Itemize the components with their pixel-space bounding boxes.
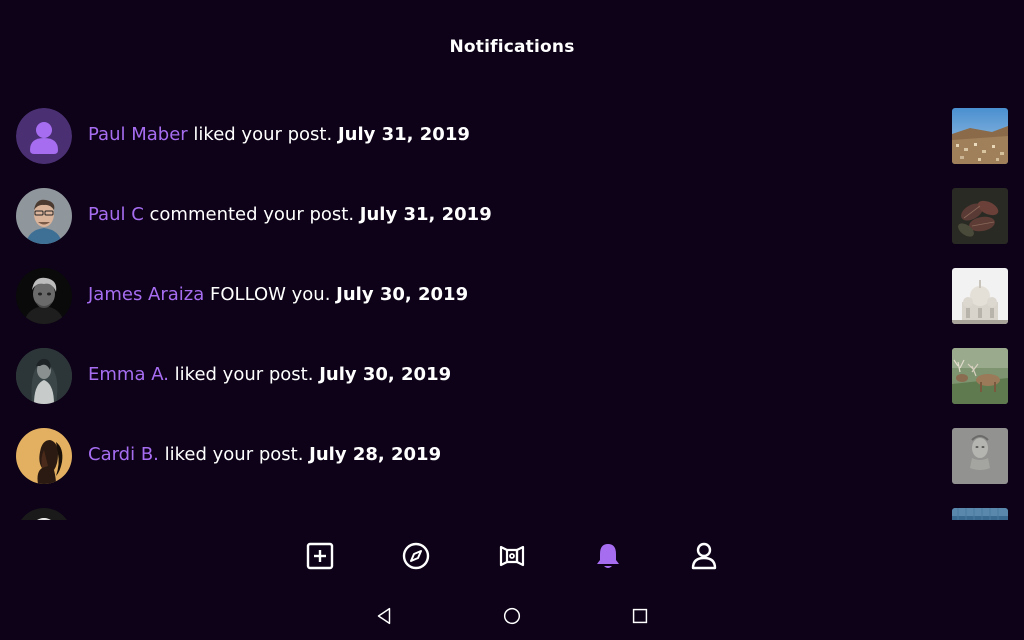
user-name-link[interactable]: Cardi B.	[88, 444, 159, 465]
user-name-link[interactable]: Emma A.	[88, 364, 169, 385]
user-avatar[interactable]	[16, 508, 72, 520]
post-thumbnail[interactable]	[952, 188, 1008, 244]
post-thumbnail[interactable]	[952, 108, 1008, 164]
notification-date: July 31, 2019	[359, 204, 492, 225]
default-avatar-icon[interactable]	[16, 108, 72, 164]
notification-date: July 30, 2019	[336, 284, 469, 305]
add-post-icon[interactable]	[302, 538, 338, 574]
page-title: Notifications	[449, 37, 575, 57]
bell-icon[interactable]	[590, 538, 626, 574]
notification-item[interactable]: Paul Maber liked your post. July 31, 201…	[0, 96, 1024, 176]
notification-item[interactable]: James Araiza FOLLOW you. July 30, 2019	[0, 256, 1024, 336]
notification-date: July 28, 2019	[309, 444, 442, 465]
notification-text: Emma A. liked your post. July 30, 2019	[88, 363, 451, 387]
recents-icon[interactable]	[628, 604, 652, 628]
notification-action: FOLLOW you.	[210, 284, 331, 305]
notification-action: liked your post.	[193, 124, 333, 145]
notification-action: liked your post.	[174, 364, 314, 385]
header: Notifications	[0, 0, 1024, 96]
user-avatar[interactable]	[16, 348, 72, 404]
post-thumbnail[interactable]	[952, 268, 1008, 324]
user-avatar[interactable]	[16, 188, 72, 244]
user-avatar[interactable]	[16, 428, 72, 484]
notification-text: Paul Maber liked your post. July 31, 201…	[88, 123, 470, 147]
post-thumbnail[interactable]	[952, 428, 1008, 484]
notification-text: Paul C commented your post. July 31, 201…	[88, 203, 492, 227]
profile-icon[interactable]	[686, 538, 722, 574]
user-name-link[interactable]: Paul Maber	[88, 124, 188, 145]
user-name-link[interactable]: Paul C	[88, 204, 144, 225]
back-icon[interactable]	[372, 604, 396, 628]
notification-action: commented your post.	[149, 204, 355, 225]
notification-date: July 31, 2019	[337, 124, 470, 145]
notification-list[interactable]: Paul Maber liked your post. July 31, 201…	[0, 96, 1024, 520]
notifications-screen: Notifications Paul Maber liked your post…	[0, 0, 1024, 640]
post-thumbnail[interactable]	[952, 348, 1008, 404]
notification-item[interactable]: Emma A. liked your post. July 30, 2019	[0, 336, 1024, 416]
notification-text: Cardi B. liked your post. July 28, 2019	[88, 443, 441, 467]
user-name-link[interactable]: James Araiza	[88, 284, 204, 305]
gallery-icon[interactable]	[494, 538, 530, 574]
notification-date: July 30, 2019	[319, 364, 452, 385]
home-icon[interactable]	[500, 604, 524, 628]
notification-item[interactable]: Cardi B. liked your post. July 28, 2019	[0, 416, 1024, 496]
notification-text: James Araiza FOLLOW you. July 30, 2019	[88, 283, 468, 307]
system-navigation-bar	[0, 592, 1024, 640]
bottom-navigation	[0, 528, 1024, 584]
notification-item[interactable]: Paul C commented your post. July 31, 201…	[0, 176, 1024, 256]
post-thumbnail[interactable]	[952, 508, 1008, 520]
notification-item[interactable]	[0, 496, 1024, 520]
notification-action: liked your post.	[164, 444, 304, 465]
compass-icon[interactable]	[398, 538, 434, 574]
user-avatar[interactable]	[16, 268, 72, 324]
